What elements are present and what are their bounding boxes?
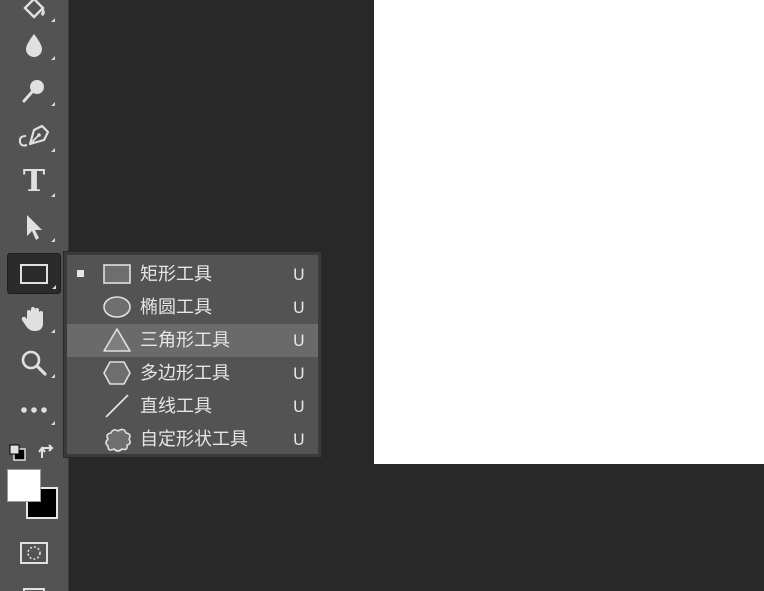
paint-bucket-tool[interactable]	[9, 0, 59, 26]
line-icon	[102, 393, 132, 419]
dodge-tool[interactable]	[9, 72, 59, 110]
shape-tools-flyout: 矩形工具 U 椭圆工具 U 三角形工具 U 多边形工具 U 直线工具 U 自定形…	[63, 251, 322, 458]
submenu-indicator	[51, 421, 55, 425]
type-icon: T	[22, 164, 46, 199]
zoom-icon	[19, 348, 49, 378]
menu-item-polygon-tool[interactable]: 多边形工具 U	[67, 357, 318, 390]
menu-item-label: 三角形工具	[140, 330, 230, 351]
menu-item-ellipse-tool[interactable]: 椭圆工具 U	[67, 291, 318, 324]
quick-mask-icon	[19, 541, 49, 565]
menu-item-shortcut: U	[293, 265, 305, 284]
submenu-indicator	[51, 148, 55, 152]
dodge-icon	[19, 76, 49, 106]
polygon-icon	[102, 360, 132, 386]
menu-item-label: 直线工具	[140, 396, 212, 417]
blur-tool[interactable]	[9, 26, 59, 64]
ellipsis-icon	[19, 405, 49, 415]
foreground-color-swatch[interactable]	[7, 469, 41, 502]
photoshop-window: T 矩形工具 U 椭圆工具 U 三角形工具 U 多边形工具 U 直线工具 U 自…	[0, 0, 764, 591]
flyout-panel: 矩形工具 U 椭圆工具 U 三角形工具 U 多边形工具 U 直线工具 U 自定形…	[67, 255, 318, 454]
paint-bucket-icon	[19, 0, 49, 20]
submenu-indicator	[51, 374, 55, 378]
menu-item-custom-shape-tool[interactable]: 自定形状工具 U	[67, 423, 318, 456]
submenu-indicator	[51, 102, 55, 106]
submenu-indicator	[51, 56, 55, 60]
ellipse-icon	[102, 294, 132, 320]
swap-colors-icon[interactable]	[37, 442, 57, 466]
menu-item-triangle-tool[interactable]: 三角形工具 U	[67, 324, 318, 357]
menu-item-shortcut: U	[293, 430, 305, 449]
screen-mode-button[interactable]	[9, 578, 59, 591]
screen-mode-icon	[19, 585, 49, 591]
pen-icon	[16, 122, 52, 152]
rectangle-icon	[19, 263, 49, 285]
zoom-tool[interactable]	[9, 344, 59, 382]
rectangle-tool[interactable]	[7, 253, 61, 294]
submenu-indicator	[52, 285, 56, 289]
submenu-indicator	[51, 238, 55, 242]
menu-item-shortcut: U	[293, 298, 305, 317]
drop-icon	[22, 30, 46, 60]
path-selection-tool[interactable]	[9, 208, 59, 246]
arrow-icon	[22, 212, 46, 242]
submenu-indicator	[51, 329, 55, 333]
pen-tool[interactable]	[9, 118, 59, 156]
submenu-indicator	[51, 18, 55, 22]
hand-tool[interactable]	[9, 299, 59, 337]
tools-panel: T	[0, 0, 69, 591]
triangle-icon	[102, 327, 132, 353]
menu-item-label: 自定形状工具	[140, 429, 248, 450]
menu-item-shortcut: U	[293, 364, 305, 383]
menu-item-rectangle-tool[interactable]: 矩形工具 U	[67, 258, 318, 291]
menu-item-label: 矩形工具	[140, 264, 212, 285]
submenu-indicator	[51, 193, 55, 197]
hand-icon	[19, 303, 49, 333]
menu-item-shortcut: U	[293, 397, 305, 416]
more-tools-button[interactable]	[9, 391, 59, 429]
menu-item-label: 多边形工具	[140, 363, 230, 384]
quick-mask-button[interactable]	[9, 534, 59, 572]
menu-item-label: 椭圆工具	[140, 297, 212, 318]
type-tool[interactable]: T	[9, 163, 59, 201]
custom-shape-icon	[102, 426, 132, 452]
rectangle-icon	[102, 261, 132, 287]
color-swatches	[0, 438, 68, 528]
default-colors-icon[interactable]	[8, 443, 28, 467]
document-canvas[interactable]	[374, 0, 764, 464]
menu-item-shortcut: U	[293, 331, 305, 350]
selected-indicator	[77, 270, 84, 277]
menu-item-line-tool[interactable]: 直线工具 U	[67, 390, 318, 423]
